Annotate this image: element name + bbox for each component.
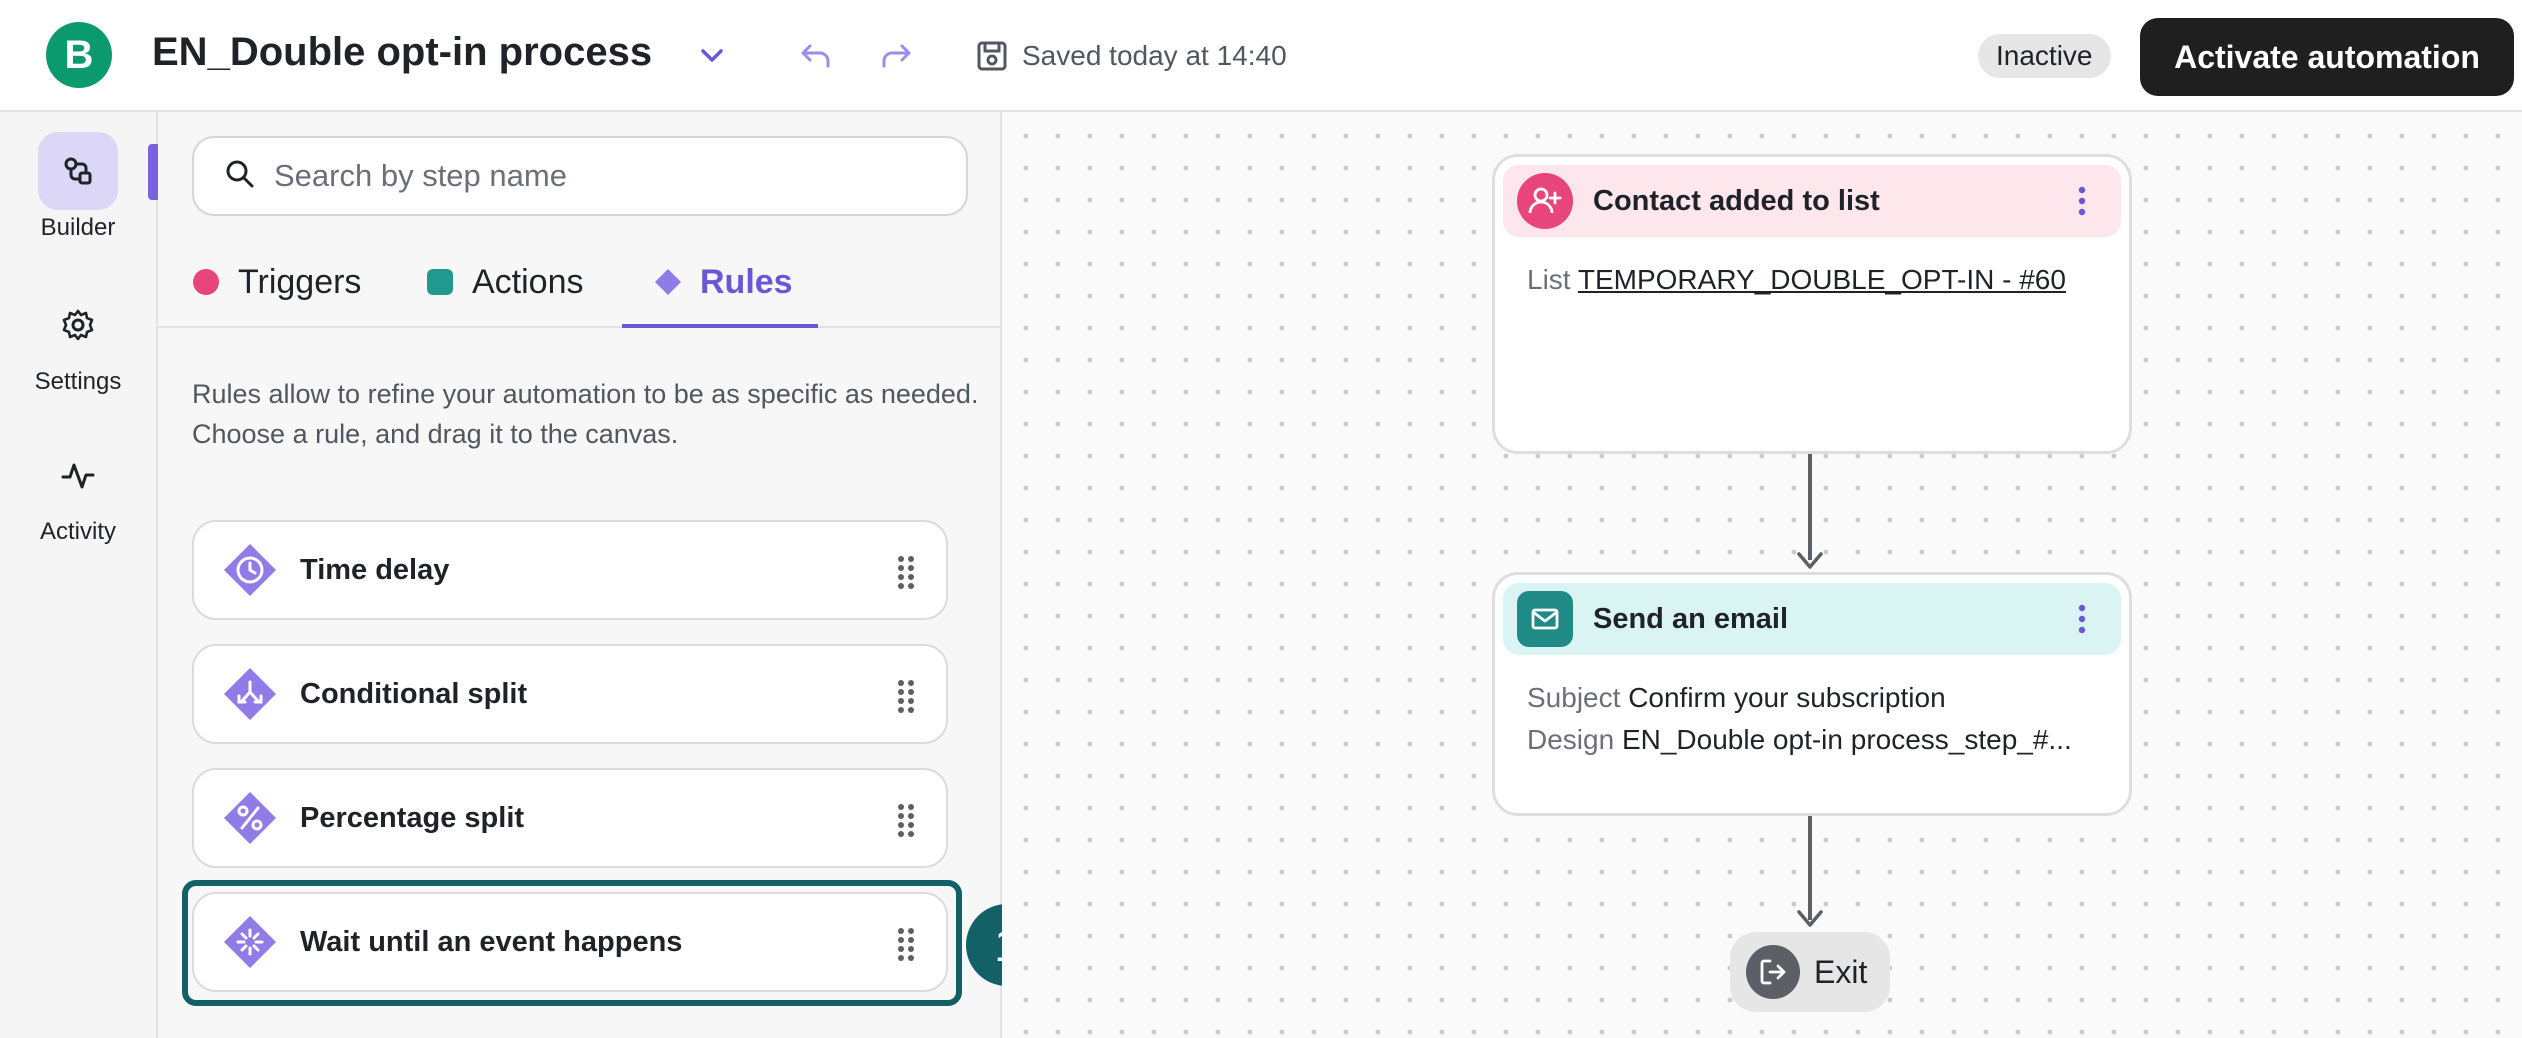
nav-item-settings[interactable]: Settings xyxy=(0,286,156,396)
subject-label: Subject xyxy=(1527,682,1621,713)
action-square-icon xyxy=(427,269,453,295)
search-input[interactable] xyxy=(274,158,954,194)
builder-icon xyxy=(38,132,118,210)
tab-triggers[interactable]: Triggers xyxy=(192,238,361,326)
split-arrows-icon xyxy=(224,668,276,720)
subject-row: Subject Confirm your subscription xyxy=(1527,677,2097,719)
activate-automation-button[interactable]: Activate automation xyxy=(2140,18,2514,96)
rule-time-delay[interactable]: Time delay xyxy=(192,520,948,620)
node-title: Contact added to list xyxy=(1593,184,1880,217)
trigger-node-header: Contact added to list xyxy=(1503,165,2121,237)
rule-label: Percentage split xyxy=(300,801,525,834)
node-title: Send an email xyxy=(1593,602,1789,635)
list-link[interactable]: TEMPORARY_DOUBLE_OPT-IN - #60 xyxy=(1578,264,2066,295)
nav-label: Activity xyxy=(39,518,116,545)
tab-actions[interactable]: Actions xyxy=(426,238,584,326)
redo-icon[interactable] xyxy=(876,36,916,76)
nav-item-activity[interactable]: Activity xyxy=(0,436,156,546)
design-value: EN_Double opt-in process_step_#... xyxy=(1621,724,2072,755)
nav-item-builder[interactable]: Builder xyxy=(0,132,156,242)
gear-icon xyxy=(38,286,118,364)
more-options-icon[interactable] xyxy=(2077,186,2087,216)
drag-handle-icon[interactable] xyxy=(896,802,916,838)
add-contact-icon xyxy=(1517,173,1573,229)
rule-diamond-icon xyxy=(655,269,681,295)
trigger-node[interactable]: Contact added to list List TEMPORARY_DOU… xyxy=(1492,154,2132,454)
search-icon xyxy=(224,158,256,195)
automation-title[interactable]: EN_Double opt-in process xyxy=(152,30,652,75)
rule-conditional-split[interactable]: Conditional split xyxy=(192,644,948,744)
list-label: List xyxy=(1527,264,1571,295)
action-node-body: Subject Confirm your subscription Design… xyxy=(1495,663,2129,775)
design-label: Design xyxy=(1527,724,1615,755)
percent-icon xyxy=(224,792,276,844)
chevron-down-icon[interactable] xyxy=(692,36,732,76)
rule-percentage-split[interactable]: Percentage split xyxy=(192,768,948,868)
active-tab-underline xyxy=(622,324,818,328)
undo-icon[interactable] xyxy=(796,36,836,76)
action-node[interactable]: Send an email Subject Confirm your subsc… xyxy=(1492,572,2132,816)
rule-label: Time delay xyxy=(300,553,450,586)
drag-handle-icon[interactable] xyxy=(896,678,916,714)
arrow-down-icon xyxy=(1797,552,1823,569)
brand-logo[interactable]: B xyxy=(46,22,112,88)
trigger-dot-icon xyxy=(193,269,219,295)
rules-description: Rules allow to refine your automation to… xyxy=(192,379,979,449)
drag-handle-icon[interactable] xyxy=(896,554,916,590)
rule-label: Conditional split xyxy=(300,677,528,710)
tab-label: Actions xyxy=(472,262,584,301)
envelope-icon xyxy=(1517,591,1573,647)
connector-line xyxy=(1808,454,1812,560)
highlight-box xyxy=(182,880,962,1006)
floppy-disk-icon xyxy=(974,38,1010,74)
status-badge: Inactive xyxy=(1978,34,2111,78)
exit-node[interactable]: Exit xyxy=(1730,932,1890,1012)
nav-label: Builder xyxy=(40,214,116,241)
top-bar: B EN_Double opt-in process Saved today a… xyxy=(0,0,2522,112)
design-row: Design EN_Double opt-in process_step_#..… xyxy=(1527,719,2097,761)
tab-rules[interactable]: Rules xyxy=(654,238,793,326)
tab-label: Rules xyxy=(700,262,793,301)
activity-icon xyxy=(38,436,118,514)
trigger-node-body: List TEMPORARY_DOUBLE_OPT-IN - #60 xyxy=(1495,245,2129,315)
arrow-down-icon xyxy=(1797,910,1823,927)
left-nav-rail: Builder Settings Activity xyxy=(0,112,158,1038)
subject-value: Confirm your subscription xyxy=(1628,682,1946,713)
search-box[interactable] xyxy=(192,136,968,216)
clock-icon xyxy=(224,544,276,596)
exit-label: Exit xyxy=(1814,953,1868,990)
saved-status: Saved today at 14:40 xyxy=(1022,40,1287,71)
action-node-header: Send an email xyxy=(1503,583,2121,655)
step-type-tabs: Triggers Actions Rules xyxy=(158,238,1000,328)
tab-label: Triggers xyxy=(238,262,362,301)
exit-icon xyxy=(1746,945,1800,999)
connector-line xyxy=(1808,816,1812,920)
more-options-icon[interactable] xyxy=(2077,604,2087,634)
nav-label: Settings xyxy=(34,368,122,395)
